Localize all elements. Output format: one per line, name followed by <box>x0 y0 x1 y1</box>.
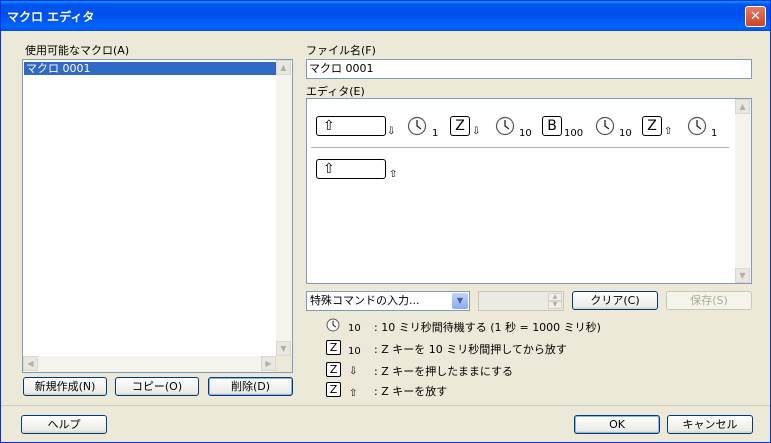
filename-label: ファイル名(F) <box>306 44 376 57</box>
key-b-icon[interactable]: B <box>542 116 562 136</box>
clock-icon[interactable] <box>495 116 515 136</box>
key-down-arrow-icon: ⇩ <box>472 126 481 137</box>
scroll-right-icon[interactable]: ▶ <box>261 356 276 371</box>
scroll-down-icon[interactable]: ▼ <box>735 268 750 283</box>
key-up-arrow-icon: ⇧ <box>389 169 398 180</box>
key-z-icon[interactable]: Z <box>642 116 662 136</box>
spin-up-icon: ▲ <box>548 293 562 301</box>
key-down-arrow-icon: ⇩ <box>387 126 396 137</box>
clock-icon[interactable] <box>595 116 615 136</box>
legend-text: : Z キーを放す <box>374 385 448 398</box>
macro-list-label: 使用可能なマクロ(A) <box>25 44 130 57</box>
footer-divider <box>1 405 770 406</box>
shift-arrow-icon[interactable]: ⇧ <box>316 159 386 179</box>
scroll-up-icon[interactable]: ▲ <box>276 60 291 75</box>
window-title: マクロ エディタ <box>7 10 95 24</box>
wait-value: 10 <box>519 128 532 139</box>
cancel-button[interactable]: キャンセル <box>667 415 753 434</box>
scroll-up-icon[interactable]: ▲ <box>735 99 750 114</box>
legend-text: : Z キーを押したままにする <box>374 365 514 378</box>
press-duration-value: 100 <box>564 128 584 139</box>
chevron-down-icon[interactable]: ▼ <box>452 293 468 309</box>
spin-down-icon: ▼ <box>548 301 562 309</box>
close-button[interactable]: ✕ <box>745 6 766 27</box>
editor-label: エディタ(E) <box>306 85 365 98</box>
value-spinner: ▲ ▼ <box>478 291 564 311</box>
delete-macro-button[interactable]: 削除(D) <box>208 377 293 396</box>
key-down-arrow-icon: ⇩ <box>349 366 358 377</box>
clear-button[interactable]: クリア(C) <box>572 291 658 310</box>
macro-list-vertical-scrollbar[interactable]: ▲ ▼ <box>276 60 292 356</box>
key-z-icon: Z <box>326 382 341 397</box>
help-button[interactable]: ヘルプ <box>21 415 107 434</box>
scrollbar-corner <box>276 356 292 372</box>
macro-editor-window: マクロ エディタ ✕ 使用可能なマクロ(A) マクロ 0001 ▲ ▼ ◀ ▶ … <box>0 0 771 443</box>
copy-macro-button[interactable]: コピー(O) <box>115 377 199 396</box>
key-z-icon[interactable]: Z <box>450 116 470 136</box>
list-item[interactable]: マクロ 0001 <box>24 62 276 75</box>
legend-num: 10 <box>348 323 361 334</box>
legend-text: : 10 ミリ秒間待機する (1 秒 = 1000 ミリ秒) <box>374 321 601 334</box>
filename-input[interactable]: マクロ 0001 <box>306 59 752 79</box>
macro-list[interactable]: マクロ 0001 ▲ ▼ ◀ ▶ <box>22 59 293 373</box>
key-up-arrow-icon: ⇧ <box>349 388 358 399</box>
clock-icon[interactable] <box>687 116 707 136</box>
title-bar[interactable]: マクロ エディタ ✕ <box>1 1 770 31</box>
legend-text: : Z キーを 10 ミリ秒間押してから放す <box>374 343 567 356</box>
wait-value: 1 <box>711 128 718 139</box>
save-button[interactable]: 保存(S) <box>666 291 752 310</box>
macro-list-horizontal-scrollbar[interactable]: ◀ ▶ <box>23 356 276 372</box>
clock-icon <box>326 318 340 332</box>
editor-vertical-scrollbar[interactable]: ▲ ▼ <box>735 99 751 283</box>
new-macro-button[interactable]: 新規作成(N) <box>23 377 107 396</box>
special-command-select[interactable]: 特殊コマンドの入力... ▼ <box>306 291 470 311</box>
legend-num: 10 <box>348 346 361 357</box>
key-z-icon: Z <box>326 362 341 377</box>
key-z-icon: Z <box>326 340 341 355</box>
editor-row-divider <box>311 147 729 148</box>
wait-value: 10 <box>619 128 632 139</box>
shift-arrow-icon[interactable]: ⇧ <box>316 116 386 136</box>
special-command-placeholder: 特殊コマンドの入力... <box>310 294 420 307</box>
wait-value: 1 <box>432 128 439 139</box>
ok-button[interactable]: OK <box>574 415 660 434</box>
scroll-left-icon[interactable]: ◀ <box>23 356 38 371</box>
clock-icon[interactable] <box>407 116 427 136</box>
scroll-down-icon[interactable]: ▼ <box>276 341 291 356</box>
key-up-arrow-icon: ⇧ <box>664 126 673 137</box>
